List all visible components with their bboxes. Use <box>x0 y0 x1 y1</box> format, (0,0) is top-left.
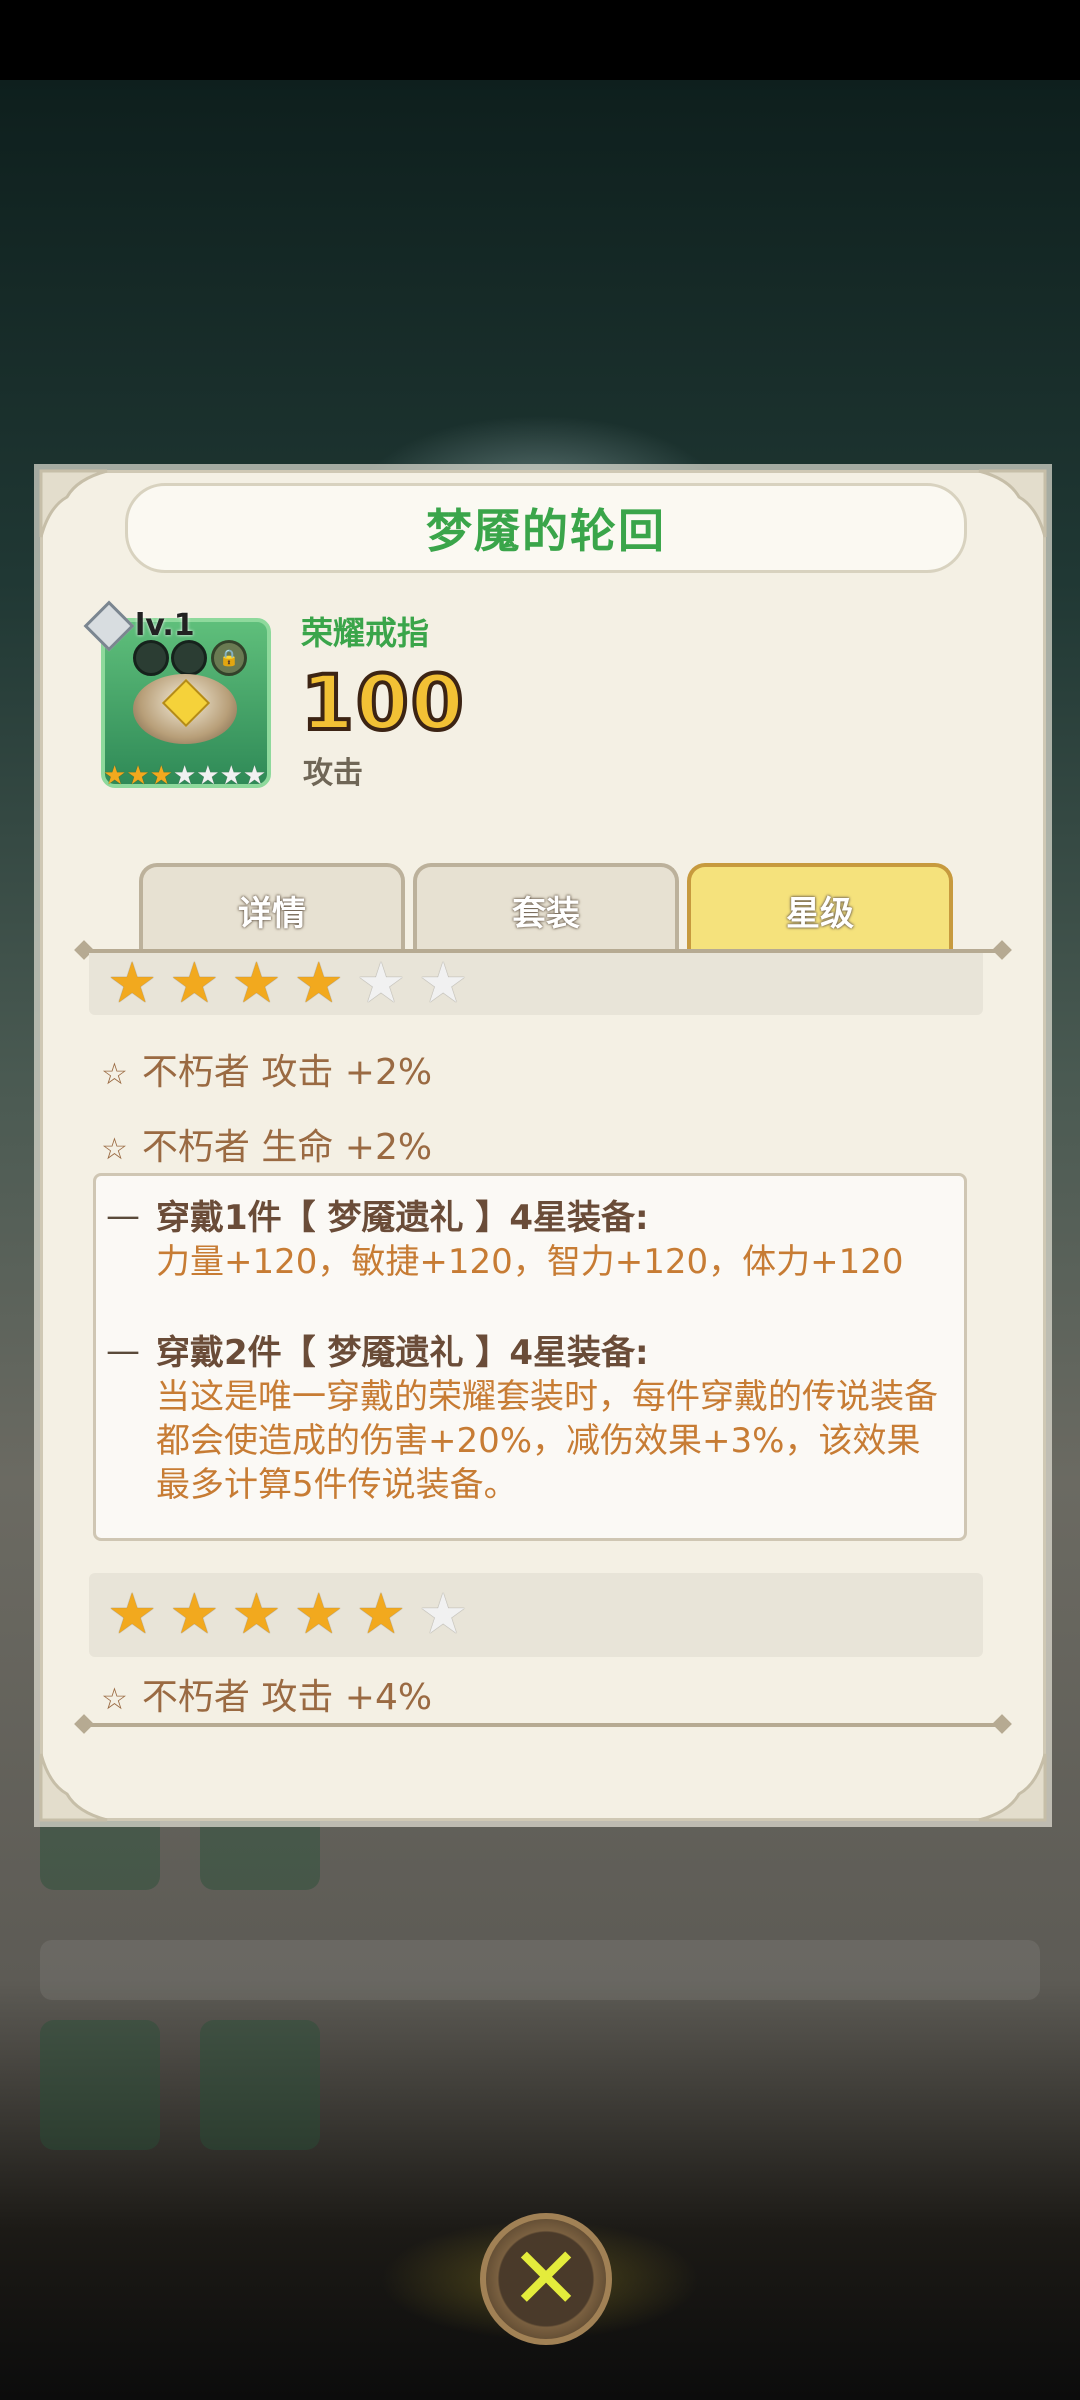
star-filled-icon: ★ <box>355 1582 407 1647</box>
item-level: lv.1 <box>135 608 195 643</box>
corner-ornament-icon <box>39 1753 108 1822</box>
star-filled-icon: ★ <box>169 1582 220 1647</box>
close-button[interactable]: ✕ <box>480 2213 612 2345</box>
star-filled-icon: ★ <box>107 1582 158 1647</box>
star-empty-icon: ★ <box>242 761 267 791</box>
star-filled-icon: ★ <box>126 761 150 791</box>
bonus-text: 不朽者 攻击 +2% <box>141 1052 433 1093</box>
item-star-rating: ★ ★ ★ ★ ★ ★ ★ <box>103 763 266 789</box>
star-filled-icon: ★ <box>231 1582 282 1647</box>
star-empty-icon: ★ <box>418 1582 469 1647</box>
corner-ornament-icon <box>39 469 108 538</box>
dash-icon: — <box>106 1196 140 1236</box>
corner-ornament-icon <box>978 469 1047 538</box>
set-bonus-box: — 穿戴1件【 梦魇遗礼 】4星装备: 力量+120，敏捷+120，智力+120… <box>93 1173 967 1541</box>
close-x-icon: ✕ <box>509 2229 583 2329</box>
star-empty-icon: ★ <box>418 951 469 1016</box>
tier-1-stars: ★ ★ ★ ★ ★ ★ <box>89 953 983 1015</box>
background-tile <box>40 2020 160 2150</box>
star-outline-icon: ☆ <box>101 1057 128 1092</box>
star-empty-icon: ★ <box>219 761 243 791</box>
tab-set[interactable]: 套装 <box>413 863 679 953</box>
tier-2-stars: ★ ★ ★ ★ ★ ★ <box>89 1573 983 1657</box>
lock-icon: 🔒 <box>211 640 247 676</box>
tier-1-bonus: ☆ 不朽者 生命 +2% <box>101 1118 432 1170</box>
dialog-title-bar: 梦魇的轮回 <box>125 483 967 573</box>
set-bonus-body: 当这是唯一穿戴的荣耀套装时，每件穿戴的传说装备都会使造成的伤害+20%，减伤效果… <box>156 1377 938 1505</box>
item-name: 荣耀戒指 <box>301 614 430 652</box>
set-bonus-heading: 穿戴2件【 梦魇遗礼 】4星装备: <box>156 1333 649 1373</box>
star-empty-icon: ★ <box>172 761 197 791</box>
attack-value: 100 <box>299 656 466 749</box>
dash-icon: — <box>106 1331 140 1371</box>
list-bottom-divider <box>83 1723 1003 1727</box>
star-filled-icon: ★ <box>293 1582 344 1647</box>
set-bonus-heading: 穿戴1件【 梦魇遗礼 】4星装备: <box>156 1198 649 1238</box>
star-filled-icon: ★ <box>293 951 344 1016</box>
gem-slot-icon <box>171 640 207 676</box>
bonus-text: 不朽者 攻击 +4% <box>141 1677 433 1718</box>
tab-details[interactable]: 详情 <box>139 863 405 953</box>
background-tile <box>200 2020 320 2150</box>
tab-bar: 详情 套装 星级 <box>139 863 953 953</box>
background-row <box>40 1940 1040 2000</box>
dialog-title: 梦魇的轮回 <box>426 504 666 558</box>
star-outline-icon: ☆ <box>101 1132 128 1167</box>
star-filled-icon: ★ <box>149 761 173 791</box>
bonus-text: 不朽者 生命 +2% <box>141 1127 433 1168</box>
star-empty-icon: ★ <box>196 761 220 791</box>
tier-2-bonus: ☆ 不朽者 攻击 +4% <box>101 1668 432 1720</box>
set-bonus-entry: — 穿戴2件【 梦魇遗礼 】4星装备: 当这是唯一穿戴的荣耀套装时，每件穿戴的传… <box>106 1331 946 1507</box>
star-outline-icon: ☆ <box>101 1682 128 1717</box>
attack-label: 攻击 <box>303 756 363 791</box>
tier-1-bonus: ☆ 不朽者 攻击 +2% <box>101 1043 432 1095</box>
equipment-dialog: 梦魇的轮回 🔒 lv.1 ★ ★ ★ ★ ★ ★ ★ 荣耀戒指 100 攻击 详… <box>39 469 1047 1822</box>
star-filled-icon: ★ <box>169 951 220 1016</box>
status-bar <box>0 0 1080 80</box>
set-bonus-body: 力量+120，敏捷+120，智力+120，体力+120 <box>156 1242 904 1282</box>
tab-star-level[interactable]: 星级 <box>687 863 953 953</box>
star-filled-icon: ★ <box>107 951 158 1016</box>
star-empty-icon: ★ <box>355 951 407 1016</box>
star-filled-icon: ★ <box>231 951 282 1016</box>
gem-slot-icon <box>133 640 169 676</box>
star-filled-icon: ★ <box>103 761 127 791</box>
corner-ornament-icon <box>978 1753 1047 1822</box>
set-bonus-entry: — 穿戴1件【 梦魇遗礼 】4星装备: 力量+120，敏捷+120，智力+120… <box>106 1196 946 1284</box>
